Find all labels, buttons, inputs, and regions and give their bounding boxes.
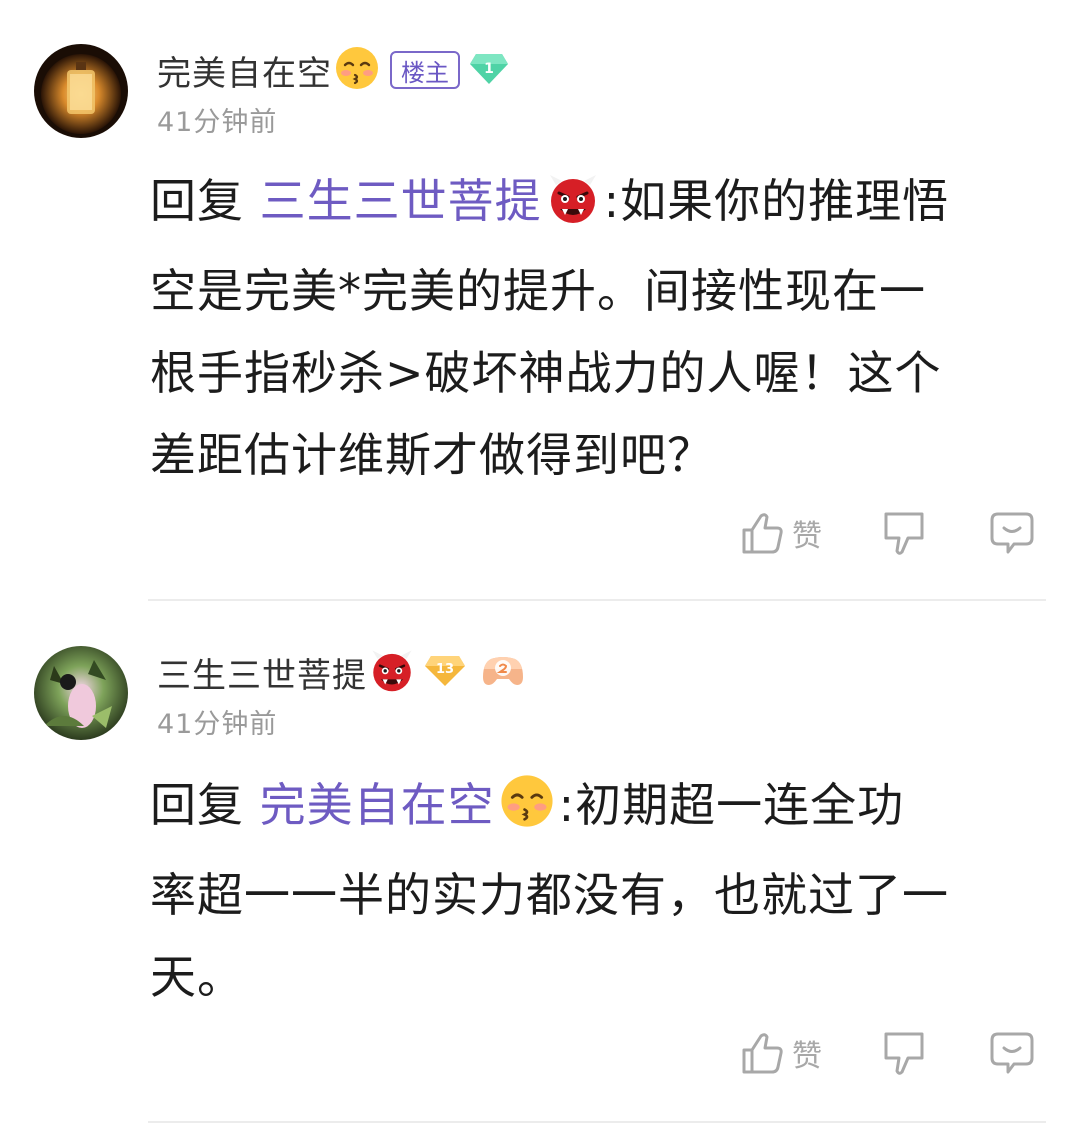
comment-line: 空是完美*完美的提升。间接性现在一 — [150, 264, 926, 318]
comment-line: :初期超一连全功 — [558, 778, 905, 832]
username[interactable]: 完美自在空 — [157, 46, 332, 95]
level-number: 13 — [436, 662, 454, 677]
level-badge-icon: 1 — [470, 50, 508, 90]
username[interactable]: 三生三世菩提 — [157, 648, 367, 697]
level-badge-icon: 13 — [425, 652, 465, 692]
reply-target-link[interactable]: 完美自在空 — [260, 778, 495, 832]
like-label: 赞 — [792, 1039, 822, 1074]
comment-actions: 赞 — [0, 508, 1080, 568]
reply-label: 回复 — [150, 778, 244, 832]
thumbs-down-icon — [884, 1032, 924, 1075]
comment-line: 率超一一半的实力都没有，也就过了一 — [150, 868, 949, 922]
comment-actions: 赞 — [0, 1028, 1080, 1088]
comment-line: 差距估计维斯才做得到吧？ — [150, 428, 714, 482]
like-label: 赞 — [792, 519, 822, 554]
thumbs-up-icon — [742, 513, 783, 554]
dislike-button[interactable] — [880, 1028, 928, 1078]
reply-button[interactable] — [988, 508, 1036, 558]
thumbs-down-icon — [884, 512, 924, 555]
comment-content: 回复 三生三世菩提 :如果你的推理悟 空是完美*完美的提升。间接性现在一 根手指… — [150, 160, 1055, 496]
comment-content: 回复 完美自在空 :初期超一连全功 率超一一半的实力都没有，也就过了一 天。 — [150, 764, 1055, 1018]
like-button[interactable]: 赞 — [738, 508, 822, 558]
user-header: 三生三世菩提 13 — [157, 647, 525, 697]
comment-line: :如果你的推理悟 — [603, 174, 950, 228]
comment-bubble-icon — [990, 512, 1034, 554]
comment-bubble-icon — [990, 1032, 1034, 1074]
user-header: 完美自在空 楼主 1 — [157, 45, 508, 95]
gamepad-badge-icon — [481, 653, 525, 691]
reply-button[interactable] — [988, 1028, 1036, 1078]
ogre-face-icon — [546, 168, 600, 250]
reply-target-link[interactable]: 三生三世菩提 — [260, 174, 542, 228]
dislike-button[interactable] — [880, 508, 928, 558]
divider — [148, 1121, 1046, 1123]
kissing-face-icon — [499, 772, 555, 854]
kissing-face-icon — [334, 45, 380, 95]
thumbs-up-icon — [742, 1033, 783, 1074]
reply-label: 回复 — [150, 174, 244, 228]
owner-badge: 楼主 — [390, 51, 460, 89]
like-button[interactable]: 赞 — [738, 1028, 822, 1078]
divider — [148, 599, 1046, 601]
timestamp: 41分钟前 — [157, 709, 278, 740]
timestamp: 41分钟前 — [157, 107, 278, 138]
comment-item: 三生三世菩提 13 41分钟前 回复 完美自在空:初期超一连全功 率超一一半的… — [0, 602, 1080, 1133]
avatar[interactable] — [34, 44, 128, 138]
comment-line: 根手指秒杀>破坏神战力的人喔！这个 — [150, 346, 942, 400]
ogre-face-icon — [369, 647, 415, 697]
level-number: 1 — [484, 61, 494, 77]
comment-line: 天。 — [150, 950, 244, 1004]
comment-item: 完美自在空 楼主 1 41分钟前 回复 三生三世菩提:如果你的推理悟 空是完美… — [0, 0, 1080, 602]
avatar[interactable] — [34, 646, 128, 740]
